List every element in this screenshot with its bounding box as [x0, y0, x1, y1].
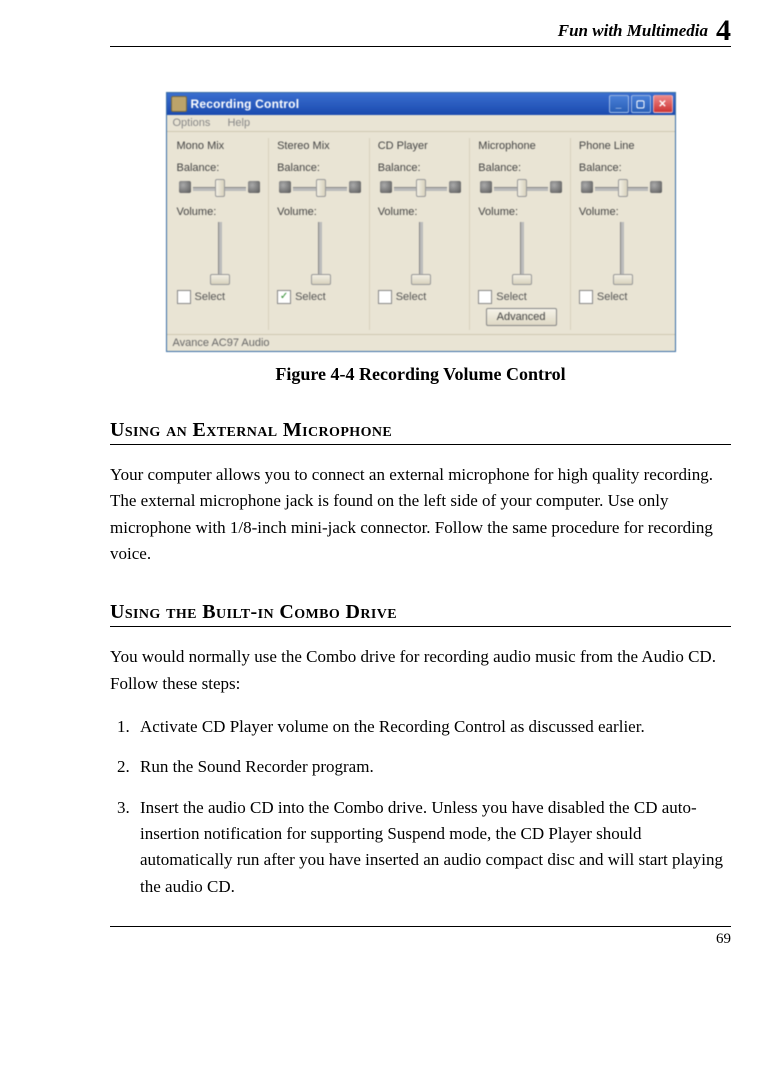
channel-phone-line: Phone Line Balance: Volume: Select — [573, 138, 671, 330]
volume-label: Volume: — [177, 206, 263, 218]
speaker-right-icon — [650, 181, 662, 193]
speaker-right-icon — [550, 181, 562, 193]
channel-stereo-mix: Stereo Mix Balance: Volume: ✓ Select — [271, 138, 370, 330]
volume-label: Volume: — [579, 206, 665, 218]
volume-slider[interactable] — [308, 222, 332, 284]
advanced-button[interactable]: Advanced — [486, 308, 557, 326]
figure-caption: Figure 4-4 Recording Volume Control — [110, 364, 731, 385]
speaker-right-icon — [349, 181, 361, 193]
select-label: Select — [295, 291, 326, 303]
step-item: Insert the audio CD into the Combo drive… — [134, 795, 731, 900]
balance-slider[interactable] — [177, 176, 263, 198]
channel-mono-mix: Mono Mix Balance: Volume: Select — [171, 138, 270, 330]
volume-label: Volume: — [478, 206, 564, 218]
header-title: Fun with Multimedia — [558, 21, 708, 40]
speaker-left-icon — [380, 181, 392, 193]
channel-name: Microphone — [478, 140, 564, 152]
minimize-button[interactable]: _ — [609, 95, 629, 113]
maximize-button[interactable]: ▢ — [631, 95, 651, 113]
select-checkbox[interactable] — [579, 290, 593, 304]
select-label: Select — [597, 291, 628, 303]
titlebar[interactable]: Recording Control _ ▢ ✕ — [167, 93, 675, 115]
channel-cd-player: CD Player Balance: Volume: Select — [372, 138, 471, 330]
volume-slider[interactable] — [509, 222, 533, 284]
balance-label: Balance: — [277, 162, 363, 174]
balance-slider[interactable] — [478, 176, 564, 198]
balance-label: Balance: — [177, 162, 263, 174]
volume-slider[interactable] — [207, 222, 231, 284]
section-heading-combo-drive: Using the Built-in Combo Drive — [110, 601, 731, 627]
select-label: Select — [496, 291, 527, 303]
section-heading-external-mic: Using an External Microphone — [110, 419, 731, 445]
speaker-right-icon — [248, 181, 260, 193]
section2-paragraph: You would normally use the Combo drive f… — [110, 644, 731, 697]
speaker-right-icon — [449, 181, 461, 193]
select-checkbox[interactable]: ✓ — [277, 290, 291, 304]
balance-label: Balance: — [378, 162, 464, 174]
close-button[interactable]: ✕ — [653, 95, 673, 113]
menubar: Options Help — [167, 115, 675, 132]
app-icon — [171, 96, 187, 112]
channel-name: Stereo Mix — [277, 140, 363, 152]
speaker-left-icon — [480, 181, 492, 193]
balance-label: Balance: — [478, 162, 564, 174]
volume-slider[interactable] — [408, 222, 432, 284]
channel-microphone: Microphone Balance: Volume: Select Advan… — [472, 138, 571, 330]
balance-slider[interactable] — [579, 176, 665, 198]
section1-paragraph: Your computer allows you to connect an e… — [110, 462, 731, 567]
select-checkbox[interactable] — [177, 290, 191, 304]
speaker-left-icon — [179, 181, 191, 193]
statusbar: Avance AC97 Audio — [167, 334, 675, 351]
speaker-left-icon — [279, 181, 291, 193]
step-item: Activate CD Player volume on the Recordi… — [134, 714, 731, 740]
page-number: 69 — [716, 931, 731, 947]
menu-help[interactable]: Help — [227, 117, 250, 129]
channel-name: CD Player — [378, 140, 464, 152]
step-item: Run the Sound Recorder program. — [134, 754, 731, 780]
volume-label: Volume: — [378, 206, 464, 218]
page-footer: 69 — [110, 926, 731, 948]
select-label: Select — [195, 291, 226, 303]
channels-row: Mono Mix Balance: Volume: Select Stereo … — [167, 132, 675, 334]
header-chapter-number: 4 — [716, 14, 731, 47]
window-title: Recording Control — [191, 97, 607, 111]
select-label: Select — [396, 291, 427, 303]
select-checkbox[interactable] — [478, 290, 492, 304]
page-header: Fun with Multimedia 4 — [110, 0, 731, 47]
channel-name: Phone Line — [579, 140, 665, 152]
balance-slider[interactable] — [277, 176, 363, 198]
balance-slider[interactable] — [378, 176, 464, 198]
menu-options[interactable]: Options — [173, 117, 211, 129]
volume-slider[interactable] — [610, 222, 634, 284]
channel-name: Mono Mix — [177, 140, 263, 152]
volume-label: Volume: — [277, 206, 363, 218]
steps-list: Activate CD Player volume on the Recordi… — [110, 714, 731, 900]
speaker-left-icon — [581, 181, 593, 193]
balance-label: Balance: — [579, 162, 665, 174]
select-checkbox[interactable] — [378, 290, 392, 304]
recording-control-window: Recording Control _ ▢ ✕ Options Help Mon… — [166, 92, 676, 352]
